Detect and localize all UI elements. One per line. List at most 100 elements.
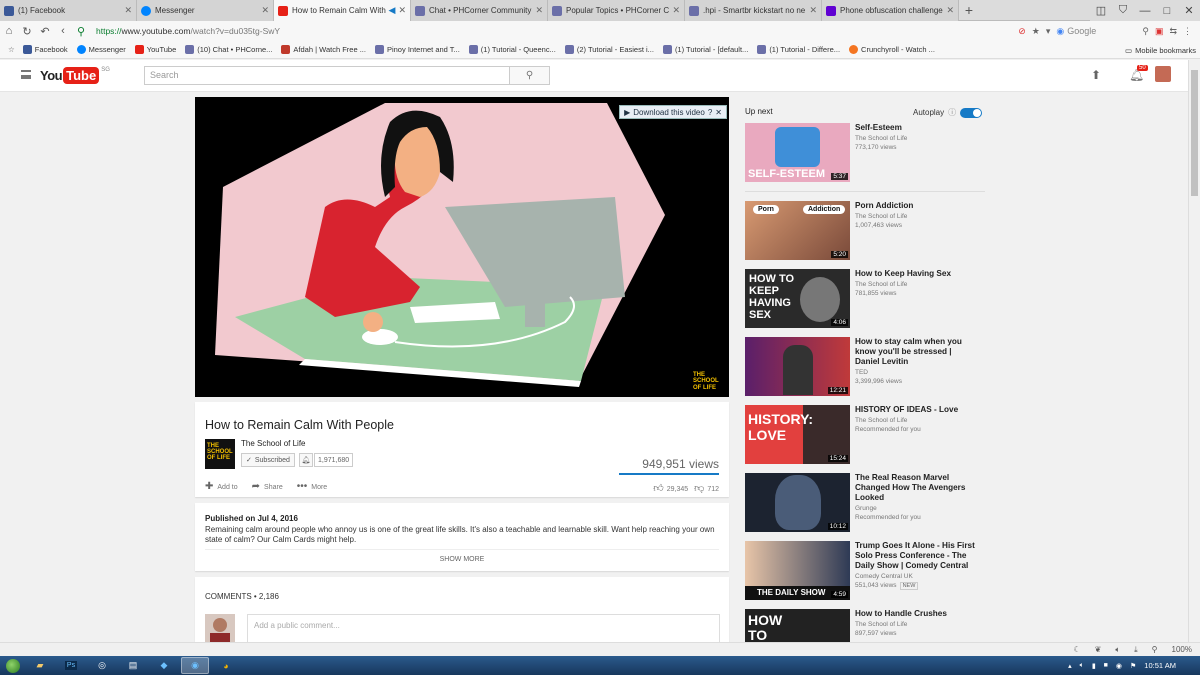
undo-icon[interactable]: ↶	[36, 25, 54, 38]
autoplay-toggle[interactable]	[960, 107, 983, 118]
search-input[interactable]: Search	[144, 66, 510, 85]
youtube-logo[interactable]: You Tube SG	[40, 67, 110, 84]
recommendation-item[interactable]: HOW TO HANDLE How to Handle Crushes The …	[745, 609, 985, 642]
close-icon[interactable]: ✕	[261, 5, 269, 16]
close-window-button[interactable]: ✕	[1178, 4, 1200, 17]
video-title[interactable]: Porn Addiction	[855, 201, 975, 211]
notification-bell-button[interactable]: 🔔︎	[299, 453, 313, 467]
extension-icon[interactable]: ▣	[1155, 26, 1164, 37]
search-icon[interactable]: ⚲	[1142, 26, 1149, 37]
search-engine-box[interactable]: ◉ Google	[1056, 26, 1136, 37]
dislike-button[interactable]: 👎︎ 712	[694, 482, 719, 494]
share-button[interactable]: ➦ Share	[252, 481, 283, 492]
audio-icon[interactable]: ◀	[389, 5, 396, 16]
taskbar-chrome[interactable]: ◕	[212, 657, 240, 674]
info-icon[interactable]: ⓘ	[948, 107, 956, 118]
zoom-icon[interactable]: ⚲	[1152, 645, 1158, 654]
scrollbar-thumb[interactable]	[1191, 70, 1198, 196]
bookmark-tutorial-4[interactable]: (1) Tutorial - Differe...	[757, 45, 840, 54]
subscribe-button[interactable]: ✓ Subscribed	[241, 453, 295, 467]
shield-icon[interactable]: ⛉	[1112, 4, 1134, 17]
video-title[interactable]: Trump Goes It Alone - His First Solo Pre…	[855, 541, 975, 571]
bookmark-star-icon[interactable]: ☆	[8, 45, 15, 54]
recommendation-item[interactable]: HISTORY: LOVE 15:24 HISTORY OF IDEAS - L…	[745, 405, 985, 465]
channel-avatar[interactable]: THE SCHOOL OF LIFE	[205, 439, 235, 469]
recommendation-item[interactable]: THE DAILY SHOW 4:59 Trump Goes It Alone …	[745, 541, 985, 601]
video-thumbnail[interactable]: SELF-ESTEEM 5:37	[745, 123, 850, 182]
video-title[interactable]: HISTORY OF IDEAS - Love	[855, 405, 975, 415]
taskbar-app[interactable]: ◆	[150, 657, 178, 674]
volume-icon[interactable]: 🔈︎	[1080, 662, 1084, 670]
recommendation-item[interactable]: Porn Addiction 5:20 Porn Addiction The S…	[745, 201, 985, 261]
close-icon[interactable]: ✕	[398, 5, 406, 16]
maximize-button[interactable]: □	[1156, 5, 1178, 17]
tab-yahoo[interactable]: Phone obfuscation challenge ✕	[822, 0, 959, 21]
account-avatar[interactable]	[1155, 66, 1171, 82]
bookmark-tutorial-1[interactable]: (1) Tutorial - Queenc...	[468, 45, 556, 54]
taskbar-steam[interactable]: ◎	[88, 657, 116, 674]
home-icon[interactable]: ⌂	[0, 25, 18, 37]
tab-youtube-active[interactable]: How to Remain Calm With ◀ ✕	[274, 0, 411, 21]
video-title[interactable]: How to Keep Having Sex	[855, 269, 975, 279]
bookmark-afdah[interactable]: Afdah | Watch Free ...	[281, 45, 366, 54]
tab-phcorner-topics[interactable]: Popular Topics • PHCorner Cr ✕	[548, 0, 685, 21]
video-thumbnail[interactable]: HISTORY: LOVE 15:24	[745, 405, 850, 464]
recommendation-item[interactable]: 12:21 How to stay calm when you know you…	[745, 337, 985, 397]
bookmark-tutorial-2[interactable]: (2) Tutorial - Easiest i...	[564, 45, 654, 54]
taskbar-photoshop[interactable]: Ps	[57, 657, 85, 674]
video-thumbnail[interactable]: 12:21	[745, 337, 850, 396]
tab-messenger[interactable]: Messenger ✕	[137, 0, 274, 21]
tray-app-icon[interactable]: ◉	[1116, 662, 1122, 670]
leaf-icon[interactable]: ❦	[1095, 645, 1102, 654]
address-bar[interactable]: https://www.youtube.com/watch?v=du035tg-…	[96, 26, 916, 36]
bookmark-facebook[interactable]: Facebook	[22, 45, 68, 54]
star-icon[interactable]: ★	[1032, 26, 1040, 37]
tray-arrow-icon[interactable]: ▴	[1068, 662, 1072, 670]
start-button[interactable]	[0, 656, 26, 675]
audio-icon[interactable]: 🔈︎	[1115, 645, 1120, 655]
tab-hpi[interactable]: .hpi - Smartbr kickstart no ne ✕	[685, 0, 822, 21]
taskbar-app[interactable]: ▤	[119, 657, 147, 674]
night-mode-icon[interactable]: ☾	[1073, 645, 1080, 654]
taskbar-explorer[interactable]: ▰	[26, 657, 54, 674]
reload-icon[interactable]: ↻	[18, 25, 36, 38]
video-title[interactable]: How to Handle Crushes	[855, 609, 975, 619]
bookmark-messenger[interactable]: Messenger	[76, 45, 126, 54]
video-title[interactable]: The Real Reason Marvel Changed How The A…	[855, 473, 975, 503]
bookmark-youtube[interactable]: YouTube	[134, 45, 176, 54]
close-icon[interactable]: ✕	[124, 5, 132, 16]
bookmark-pinoy[interactable]: Pinoy Internet and T...	[374, 45, 460, 54]
upload-icon[interactable]: ⬆	[1091, 68, 1101, 82]
sync-icon[interactable]: ⇆	[1169, 26, 1177, 37]
system-clock[interactable]: 10:51 AM	[1144, 661, 1176, 670]
like-button[interactable]: 👍︎ 29,345	[653, 482, 688, 494]
tab-phcorner-chat[interactable]: Chat • PHCorner Community ✕	[411, 0, 548, 21]
bookmark-phcorner-chat[interactable]: (10) Chat • PHCorne...	[185, 45, 272, 54]
help-icon[interactable]: ?	[708, 108, 712, 117]
mobile-bookmarks[interactable]: ▭ Mobile bookmarks	[1125, 41, 1196, 58]
video-thumbnail[interactable]: THE DAILY SHOW 4:59	[745, 541, 850, 600]
stop-icon[interactable]: ⊘	[1018, 26, 1026, 37]
taskbar-browser[interactable]: ◉	[181, 657, 209, 674]
back-icon[interactable]: ‹	[54, 25, 72, 37]
bookmark-tutorial-3[interactable]: (1) Tutorial - [default...	[662, 45, 748, 54]
more-button[interactable]: ••• More	[297, 481, 327, 492]
video-thumbnail[interactable]: 10:12	[745, 473, 850, 532]
show-more-button[interactable]: SHOW MORE	[205, 549, 719, 563]
video-title[interactable]: How to stay calm when you know you'll be…	[855, 337, 975, 367]
chevron-down-icon[interactable]: ▾	[1046, 26, 1051, 37]
video-thumbnail[interactable]: Porn Addiction 5:20	[745, 201, 850, 260]
close-icon[interactable]: ✕	[809, 5, 817, 16]
close-icon[interactable]: ✕	[672, 5, 680, 16]
video-thumbnail[interactable]: HOW TO HANDLE	[745, 609, 850, 642]
close-icon[interactable]: ✕	[715, 108, 722, 117]
page-scrollbar[interactable]	[1188, 60, 1200, 642]
new-tab-button[interactable]: +	[959, 0, 979, 20]
bookmark-crunchyroll[interactable]: Crunchyroll - Watch ...	[849, 45, 935, 54]
zoom-level[interactable]: 100%	[1172, 645, 1192, 654]
recommendation-item[interactable]: HOW TO KEEP HAVING SEX 4:06 How to Keep …	[745, 269, 985, 329]
recommendation-item[interactable]: 10:12 The Real Reason Marvel Changed How…	[745, 473, 985, 533]
download-video-button[interactable]: ▶ Download this video? ✕	[619, 105, 727, 119]
recommendation-item[interactable]: SELF-ESTEEM 5:37 Self-Esteem The School …	[745, 123, 985, 183]
tray-app-icon[interactable]: ■	[1104, 662, 1108, 669]
